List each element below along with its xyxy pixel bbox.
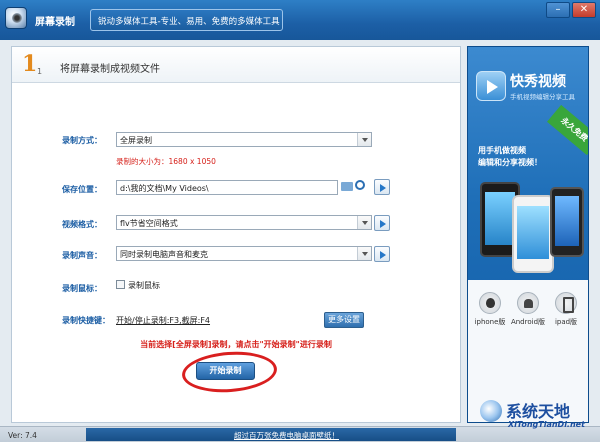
step-header: 1 1 将屏幕录制成视频文件	[12, 47, 460, 83]
close-button[interactable]: ✕	[572, 2, 596, 18]
watermark-url: XiTongTianDi.net	[508, 420, 585, 429]
platform-ipad[interactable]: ipad版	[548, 292, 584, 327]
record-audio-select[interactable]: 同时录制电脑声音和麦克	[116, 246, 372, 261]
ad-line-1: 用手机做视频	[478, 146, 526, 155]
folder-icon[interactable]	[341, 182, 353, 191]
chevron-down-icon[interactable]	[357, 216, 371, 229]
record-audio-label: 录制声音：	[62, 251, 102, 260]
video-format-select[interactable]: flv节省空间格式	[116, 215, 372, 230]
audio-settings-arrow-button[interactable]	[374, 246, 390, 262]
record-audio-value: 同时录制电脑声音和麦克	[120, 250, 208, 259]
search-icon[interactable]	[355, 180, 365, 190]
hotkey-label: 录制快捷键：	[62, 316, 110, 325]
record-mode-label: 录制方式：	[62, 136, 102, 145]
ad-line-2: 编辑和分享视频！	[478, 158, 542, 167]
platform-label: Android版	[510, 318, 546, 326]
watermark-title: 系统天地	[506, 402, 571, 421]
save-location-input[interactable]: d:\我的文档\My Videos\	[116, 180, 338, 195]
step-title: 将屏幕录制成视频文件	[60, 64, 160, 75]
news-banner[interactable]: 超过百万张免费电脑桌面壁纸！	[86, 428, 456, 441]
minimize-button[interactable]: –	[546, 2, 570, 18]
record-mouse-checkbox[interactable]	[116, 280, 125, 289]
record-mode-select[interactable]: 全屏录制	[116, 132, 372, 147]
record-mouse-checkbox-label[interactable]: 录制鼠标	[128, 280, 160, 291]
main-panel: 1 1 将屏幕录制成视频文件 录制方式： 全屏录制 录制的大小为：1680 x …	[11, 46, 461, 423]
format-settings-arrow-button[interactable]	[374, 215, 390, 231]
record-mode-value: 全屏录制	[120, 136, 152, 145]
open-folder-arrow-button[interactable]	[374, 179, 390, 195]
apple-icon	[479, 292, 501, 314]
record-size-note: 录制的大小为：1680 x 1050	[116, 157, 216, 166]
watermark: 系统天地 XiTongTianDi.net	[478, 394, 600, 442]
video-format-value: flv节省空间格式	[120, 219, 178, 228]
save-location-label: 保存位置：	[62, 185, 102, 194]
hotkey-link[interactable]: 开始/停止录制:F3,截屏:F4	[116, 315, 210, 326]
start-recording-button[interactable]: 开始录制	[196, 362, 255, 380]
app-title: 屏幕录制	[35, 17, 75, 28]
video-play-logo-icon	[476, 71, 506, 101]
record-tip: 当前选择[全屏录制]录制，请点击"开始录制"进行录制	[140, 340, 332, 349]
step-total: 1	[37, 67, 43, 76]
kuaixiu-ad-panel[interactable]: 快秀视频 手机视频编辑分享工具 永久免费 用手机做视频 编辑和分享视频！ iph…	[467, 46, 589, 423]
globe-logo-icon	[480, 400, 502, 422]
platform-label: ipad版	[554, 318, 578, 326]
ipad-icon	[555, 292, 577, 314]
record-mouse-label: 录制鼠标：	[62, 284, 102, 293]
platform-iphone[interactable]: iphone版	[472, 292, 508, 327]
ad-subtitle: 手机视频编辑分享工具	[510, 93, 575, 101]
chevron-down-icon[interactable]	[357, 247, 371, 260]
camera-logo-icon	[5, 7, 27, 29]
android-icon	[517, 292, 539, 314]
window-controls: – ✕	[544, 2, 596, 18]
version-text: Ver: 7.4	[8, 431, 37, 440]
title-bar[interactable]: 屏幕录制 锐动多媒体工具-专业、易用、免费的多媒体工具 – ✕	[0, 0, 600, 40]
platform-android[interactable]: Android版	[510, 292, 546, 327]
slogan-text: 锐动多媒体工具-专业、易用、免费的多媒体工具	[98, 17, 280, 27]
phone-image	[550, 187, 584, 257]
platform-label: iphone版	[474, 318, 506, 326]
free-forever-badge: 永久免费	[547, 104, 588, 156]
more-settings-button[interactable]: 更多设置	[324, 312, 364, 328]
iphone-image	[512, 195, 554, 273]
ad-brand: 快秀视频	[510, 74, 566, 90]
save-location-value: d:\我的文档\My Videos\	[120, 184, 209, 193]
step-number: 1	[22, 51, 38, 77]
screen-recorder-window: 屏幕录制 锐动多媒体工具-专业、易用、免费的多媒体工具 – ✕ 1 1 将屏幕录…	[0, 0, 600, 442]
news-link[interactable]: 超过百万张免费电脑桌面壁纸！	[234, 430, 339, 441]
slogan-banner: 锐动多媒体工具-专业、易用、免费的多媒体工具	[90, 9, 283, 31]
chevron-down-icon[interactable]	[357, 133, 371, 146]
video-format-label: 视频格式：	[62, 220, 102, 229]
